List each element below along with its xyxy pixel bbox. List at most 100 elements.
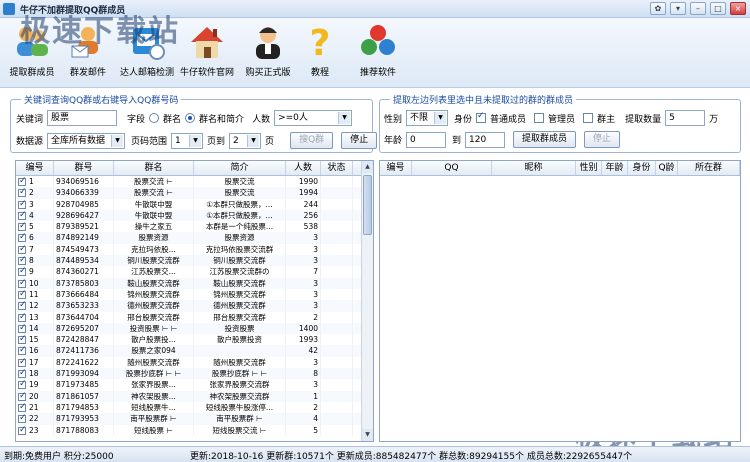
table-row[interactable]: 13873644704邢台股票交流群邢台股票交流群2 (16, 311, 373, 323)
row-checkbox[interactable] (18, 199, 27, 210)
col-qq[interactable]: QQ (412, 161, 492, 175)
col-qage[interactable]: Q龄 (656, 161, 678, 175)
col-intro[interactable]: 简介 (194, 161, 286, 175)
table-row[interactable]: 14 872695207投资股票 ⊢ ⊢投资股票1400 (16, 322, 373, 335)
stop-extract-button[interactable]: 停止 (584, 131, 621, 148)
table-row[interactable]: 17872241622随州股票交流群随州股票交流群3 (16, 356, 373, 369)
menu-icon[interactable]: ▾ (670, 2, 686, 15)
minimize-button[interactable]: – (690, 2, 706, 15)
row-number: 4 (29, 210, 34, 220)
gender-select[interactable]: 不限 (406, 110, 449, 126)
page-from-select[interactable]: 1 (171, 132, 204, 149)
page-to-select[interactable]: 2 (229, 132, 262, 149)
col-status[interactable]: 状态 (321, 161, 353, 175)
row-checkbox[interactable] (18, 289, 27, 300)
toolbar-tutorial[interactable]: ? 教程 (290, 20, 350, 84)
table-cell (321, 356, 353, 369)
table-row[interactable]: 19 871973485张家界股票...张家界股票交流群3 (16, 379, 373, 391)
group-list-scrollbar[interactable]: ▲ ▼ (361, 161, 373, 441)
table-row[interactable]: 7 874549473克拉玛依股...克拉玛依股票交流群3 (16, 243, 373, 256)
table-cell: 神农架股票交流群 (194, 390, 286, 402)
row-checkbox[interactable] (18, 391, 27, 402)
table-row[interactable]: 12873653233德州股票交流群德州股票交流群3 (16, 300, 373, 312)
row-checkbox[interactable] (18, 312, 27, 323)
row-checkbox[interactable] (18, 210, 27, 221)
col-nickname[interactable]: 昵称 (492, 161, 576, 175)
search-group-button[interactable]: 搜Q群 (290, 132, 334, 149)
row-checkbox[interactable] (18, 300, 27, 311)
col-group-name[interactable]: 群名 (114, 161, 194, 175)
col-group-id[interactable]: 群号 (54, 161, 114, 175)
table-row[interactable]: 4 928696427牛散联中盟①本群只做股票，...256 (16, 209, 373, 222)
table-row[interactable]: 1 934069516股票交流 ⊢股票交流1990 (16, 176, 373, 188)
table-row[interactable]: 23 871788083短线股票 ⊢短线股票交流 ⊢5 (16, 424, 373, 436)
admin-checkbox[interactable] (534, 113, 545, 123)
row-checkbox[interactable] (18, 221, 27, 232)
age-from-input[interactable]: 0 (406, 131, 447, 148)
table-row[interactable]: 20 871861057神农架股票...神农架股票交流群1 (16, 390, 373, 402)
table-cell: 873785803 (54, 277, 114, 289)
radio-name[interactable] (149, 113, 160, 123)
row-checkbox[interactable] (18, 402, 27, 413)
row-checkbox[interactable] (18, 244, 27, 255)
table-row[interactable]: 22871793953南平股票群 ⊢南平股票群 ⊢4 (16, 413, 373, 425)
table-row[interactable]: 8874489534铜川股票交流群铜川股票交流群3 (16, 255, 373, 267)
row-number: 18 (29, 369, 39, 379)
table-row[interactable]: 16 872411736股票之家094 42 (16, 345, 373, 357)
row-checkbox[interactable] (18, 266, 27, 277)
row-checkbox[interactable] (18, 176, 27, 187)
extract-members-button[interactable]: 提取群成员 (513, 131, 577, 148)
col-group[interactable]: 所在群 (678, 161, 740, 175)
row-checkbox[interactable] (18, 278, 27, 289)
table-cell: 871794853 (54, 401, 114, 414)
table-row[interactable]: 5 879389521操牛之家五本群是一个纯股票...538 (16, 221, 373, 233)
col-identity[interactable]: 身份 (628, 161, 656, 175)
scroll-thumb[interactable] (363, 175, 372, 235)
table-cell (321, 311, 353, 323)
toolbar-recommended[interactable]: 推荐软件 (348, 20, 408, 84)
table-row[interactable]: 21 871794853短线股票牛...短线股票牛股涨停...2 (16, 401, 373, 414)
table-row[interactable]: 11873666484锦州股票交流群锦州股票交流群3 (16, 288, 373, 301)
maximize-button[interactable]: □ (710, 2, 726, 15)
table-row[interactable]: 18871993094股票抄底群 ⊢ ⊢股票抄底群 ⊢ ⊢8 (16, 368, 373, 380)
extract-count-input[interactable]: 5 (665, 110, 706, 126)
row-checkbox[interactable] (18, 334, 27, 345)
table-row[interactable]: 15 872428847散户股票投...散户股票投资1993 (16, 334, 373, 346)
row-checkbox[interactable] (18, 323, 27, 334)
table-cell: 短线股票牛股涨停... (194, 401, 286, 414)
close-button[interactable]: × (730, 2, 746, 15)
row-checkbox[interactable] (18, 255, 27, 266)
row-checkbox[interactable] (18, 187, 27, 198)
table-row[interactable]: 3 928704985牛散联中盟①本群只做股票，...244 (16, 198, 373, 210)
stop-search-button[interactable]: 停止 (341, 132, 378, 149)
col-members[interactable]: 人数 (286, 161, 321, 175)
skin-icon[interactable]: ✿ (650, 2, 666, 15)
table-cell: 铜川股票交流群 (194, 255, 286, 267)
table-row[interactable]: 6874892149股票资源股票资源3 (16, 232, 373, 244)
table-row[interactable]: 10873785803鞍山股票交流群鞍山股票交流群3 (16, 277, 373, 289)
source-select[interactable]: 全库所有数据 (47, 132, 126, 149)
scroll-down-icon[interactable]: ▼ (362, 429, 373, 441)
row-checkbox[interactable] (18, 379, 27, 390)
radio-name-intro[interactable] (185, 113, 196, 123)
col-age[interactable]: 年龄 (602, 161, 628, 175)
toolbar-buy[interactable]: 购买正式版 (238, 20, 298, 84)
toolbar-official-site[interactable]: 牛仔软件官网 (177, 20, 237, 84)
row-checkbox[interactable] (18, 368, 27, 379)
row-checkbox[interactable] (18, 425, 27, 436)
age-to-input[interactable]: 120 (465, 131, 506, 148)
col-gender[interactable]: 性别 (576, 161, 602, 175)
people-select[interactable]: >=0人 (274, 110, 353, 126)
col-member-number[interactable]: 编号 (380, 161, 412, 175)
row-checkbox[interactable] (18, 345, 27, 356)
table-row[interactable]: 9 874360271江苏股票交...江苏股票交流群の7 (16, 266, 373, 278)
table-row[interactable]: 2 934066339股票交流 ⊢股票交流1994 (16, 187, 373, 199)
row-checkbox[interactable] (18, 413, 27, 424)
keyword-input[interactable]: 股票 (47, 110, 118, 126)
scroll-up-icon[interactable]: ▲ (362, 161, 373, 173)
col-number[interactable]: 编号 (16, 161, 54, 175)
normal-member-checkbox[interactable] (476, 111, 487, 123)
row-checkbox[interactable] (18, 357, 27, 368)
row-checkbox[interactable] (18, 232, 27, 243)
owner-checkbox[interactable] (583, 113, 594, 123)
